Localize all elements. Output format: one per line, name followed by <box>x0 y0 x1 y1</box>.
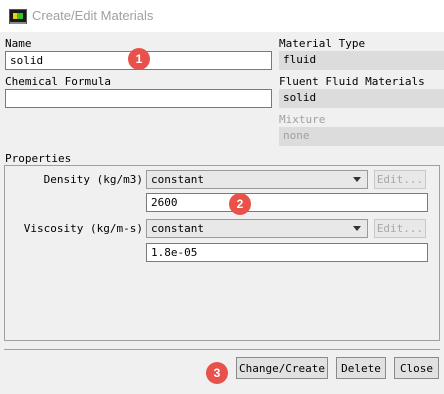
window-title: Create/Edit Materials <box>32 8 154 23</box>
change-create-button[interactable]: Change/Create <box>236 357 328 379</box>
fluent-fluid-materials-label: Fluent Fluid Materials <box>279 75 425 88</box>
viscosity-label: Viscosity (kg/m-s) <box>23 222 143 235</box>
chemical-formula-input[interactable] <box>5 89 272 108</box>
viscosity-edit-button: Edit... <box>374 219 426 238</box>
density-edit-button: Edit... <box>374 170 426 189</box>
name-label: Name <box>5 37 32 50</box>
fluent-app-icon <box>9 9 27 24</box>
viscosity-method-value: constant <box>151 222 204 235</box>
density-value-input[interactable] <box>146 193 428 212</box>
viscosity-value-input[interactable] <box>146 243 428 262</box>
annotation-badge-2: 2 <box>229 193 251 215</box>
title-bar: Create/Edit Materials <box>0 0 444 32</box>
chemical-formula-label: Chemical Formula <box>5 75 111 88</box>
mixture-label: Mixture <box>279 113 326 126</box>
properties-label: Properties <box>5 152 72 165</box>
material-type-label: Material Type <box>279 37 366 50</box>
chevron-down-icon <box>353 177 361 182</box>
close-button[interactable]: Close <box>394 357 439 379</box>
density-method-value: constant <box>151 173 204 186</box>
density-label: Density (kg/m3) <box>43 173 143 186</box>
divider <box>4 349 440 350</box>
material-type-select[interactable]: fluid <box>279 51 444 70</box>
annotation-badge-1: 1 <box>128 48 150 70</box>
mixture-select: none <box>279 127 444 146</box>
fluent-fluid-materials-select[interactable]: solid <box>279 89 444 108</box>
chevron-down-icon <box>353 226 361 231</box>
density-method-dropdown[interactable]: constant <box>146 170 368 189</box>
annotation-badge-3: 3 <box>206 362 228 384</box>
viscosity-method-dropdown[interactable]: constant <box>146 219 368 238</box>
delete-button[interactable]: Delete <box>336 357 386 379</box>
